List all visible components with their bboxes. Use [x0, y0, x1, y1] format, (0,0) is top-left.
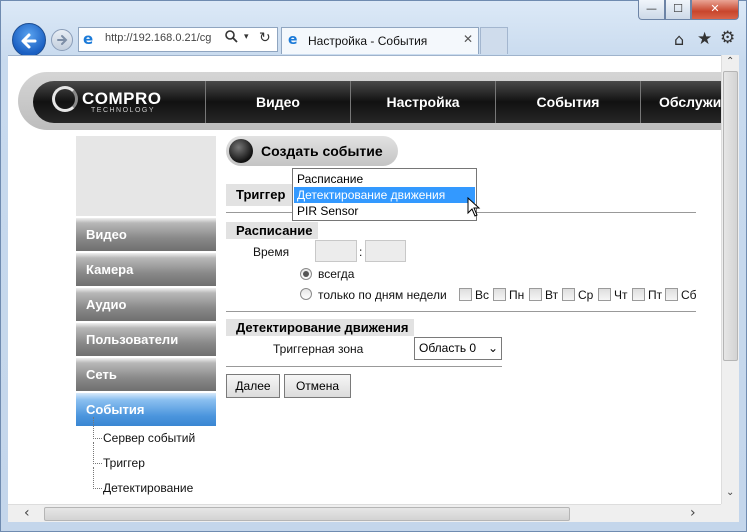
zone-select-value: Область 0: [419, 341, 477, 355]
day-label-sun: Вс: [475, 288, 490, 302]
sidebar-item-users[interactable]: Пользователи: [76, 323, 216, 356]
time-label: Время: [253, 245, 290, 259]
scroll-left-icon[interactable]: ‹: [24, 505, 30, 521]
vertical-scrollbar[interactable]: ⌃ ⌄: [721, 55, 739, 504]
maximize-icon: ☐: [673, 2, 683, 15]
tab-title: Настройка - События: [308, 34, 428, 48]
back-arrow-icon: [21, 33, 37, 49]
sidebar-item-network[interactable]: Сеть: [76, 358, 216, 391]
close-window-button[interactable]: ✕: [691, 0, 739, 20]
sidebar-header: [76, 136, 216, 216]
page-title: Создать событие: [261, 143, 383, 159]
day-label-sat: Сб: [681, 288, 697, 302]
radio-always[interactable]: [300, 268, 312, 280]
nav-events[interactable]: События: [495, 81, 640, 123]
checkbox-tue[interactable]: [529, 288, 542, 301]
gear-icon[interactable]: ⚙: [720, 28, 735, 48]
forward-button[interactable]: [51, 29, 73, 51]
checkbox-fri[interactable]: [632, 288, 645, 301]
scroll-up-icon[interactable]: ⌃: [726, 56, 734, 67]
checkbox-sun[interactable]: [459, 288, 472, 301]
ie-icon: e: [288, 32, 298, 48]
zone-label: Триггерная зона: [273, 342, 364, 356]
zone-select[interactable]: Область 0 ⌄: [414, 337, 502, 360]
motion-section-title: Детектирование движения: [226, 319, 414, 336]
logo-icon: [52, 86, 78, 112]
trigger-section-title: Триггер: [226, 184, 292, 206]
checkbox-wed[interactable]: [562, 288, 575, 301]
browser-tab[interactable]: e Настройка - События ✕: [281, 27, 479, 54]
maximize-button[interactable]: ☐: [665, 0, 691, 20]
ie-icon: e: [83, 30, 94, 48]
sidebar-subitem-event-server[interactable]: Сервер событий: [92, 417, 195, 445]
day-label-wed: Ср: [578, 288, 594, 302]
address-bar[interactable]: e http://192.168.0.21/cg ▾ ↻: [78, 27, 278, 52]
nav-settings[interactable]: Настройка: [350, 81, 495, 123]
cancel-button[interactable]: Отмена: [284, 374, 351, 398]
divider: [226, 366, 502, 367]
scrollbar-corner: [721, 504, 739, 522]
scroll-right-icon[interactable]: ›: [690, 505, 696, 521]
time-hour-input[interactable]: [315, 240, 357, 262]
sidebar-subitem-trigger[interactable]: Триггер: [93, 442, 145, 470]
scroll-down-icon[interactable]: ⌄: [726, 487, 734, 498]
refresh-icon[interactable]: ↻: [259, 30, 271, 46]
next-button[interactable]: Далее: [226, 374, 280, 398]
sidebar-item-video[interactable]: Видео: [76, 218, 216, 251]
dropdown-option-pir[interactable]: PIR Sensor: [294, 203, 475, 219]
forward-arrow-icon: [57, 35, 68, 45]
divider: [226, 311, 696, 312]
schedule-section-title: Расписание: [226, 222, 318, 239]
day-label-fri: Пт: [648, 288, 663, 302]
close-icon: ✕: [710, 2, 720, 15]
logo: COMPRO: [82, 89, 162, 108]
dropdown-option-motion[interactable]: Детектирование движения: [294, 187, 475, 203]
day-label-thu: Чт: [614, 288, 628, 302]
page-viewport: COMPRO TECHNOLOGY Видео Настройка Событи…: [8, 55, 721, 504]
radio-always-label: всегда: [318, 267, 355, 281]
mouse-cursor-icon: [467, 197, 481, 217]
bullet-icon: [229, 139, 253, 163]
logo-subtitle: TECHNOLOGY: [91, 107, 156, 114]
sidebar-item-camera[interactable]: Камера: [76, 253, 216, 286]
vertical-scroll-thumb[interactable]: [723, 71, 738, 361]
dropdown-option-schedule[interactable]: Расписание: [294, 171, 475, 187]
sidebar-subitem-detection[interactable]: Детектирование: [92, 467, 193, 495]
star-icon[interactable]: ★: [697, 29, 712, 49]
chevron-down-icon[interactable]: ▾: [244, 32, 249, 42]
checkbox-mon[interactable]: [493, 288, 506, 301]
search-icon[interactable]: [225, 30, 238, 47]
minimize-icon: —: [646, 2, 657, 15]
nav-video[interactable]: Видео: [205, 81, 350, 123]
trigger-dropdown-list[interactable]: Расписание Детектирование движения PIR S…: [292, 168, 477, 221]
time-separator: :: [359, 245, 363, 259]
sidebar-item-audio[interactable]: Аудио: [76, 288, 216, 321]
minimize-button[interactable]: —: [638, 0, 665, 20]
horizontal-scrollbar[interactable]: ‹ ›: [8, 504, 721, 522]
radio-weekdays-label: только по дням недели: [318, 288, 447, 302]
day-label-mon: Пн: [509, 288, 525, 302]
back-button[interactable]: [12, 23, 46, 57]
time-minute-input[interactable]: [365, 240, 406, 262]
chevron-down-icon: ⌄: [487, 341, 498, 355]
tab-close-icon[interactable]: ✕: [463, 32, 473, 46]
checkbox-thu[interactable]: [598, 288, 611, 301]
nav-maintenance[interactable]: Обслужи: [640, 81, 721, 123]
horizontal-scroll-thumb[interactable]: [44, 507, 570, 521]
new-tab-button[interactable]: [480, 27, 508, 54]
home-icon[interactable]: ⌂: [674, 30, 684, 49]
checkbox-sat[interactable]: [665, 288, 678, 301]
day-label-tue: Вт: [545, 288, 559, 302]
radio-weekdays[interactable]: [300, 288, 312, 300]
address-text: http://192.168.0.21/cg: [105, 32, 212, 44]
